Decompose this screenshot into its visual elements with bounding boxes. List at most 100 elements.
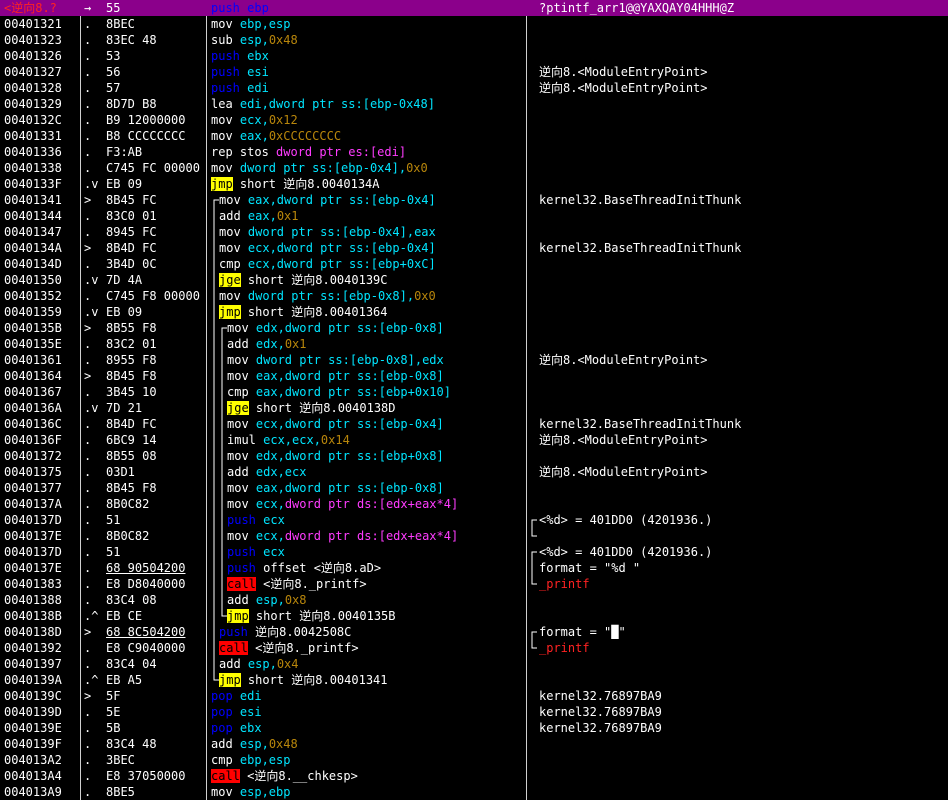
instruction-token: dword ptr ss:[ebp-0x8],edx: [255, 353, 444, 367]
disasm-row[interactable]: 00401328. 57 push edi 逆向8.<ModuleEntryPoint…: [0, 80, 948, 96]
instruction-token: short 逆向8.0040134A: [232, 177, 380, 191]
disasm-row[interactable]: 0040135E. 83C2 01 add edx,0x1: [0, 336, 948, 352]
instruction: mov ecx,dword ptr ss:[ebp-0x4]: [211, 416, 539, 432]
disasm-row[interactable]: 0040138B .^ EB CE jmp short 逆向8.0040135B: [0, 608, 948, 624]
address: 0040136C: [4, 417, 62, 431]
instruction-token: dword ptr ds:[edx+eax*4]: [284, 529, 459, 543]
disasm-row[interactable]: 00401321. 8BEC mov ebp,esp: [0, 16, 948, 32]
instruction-token: <逆向8._printf>: [247, 641, 359, 655]
disasm-row[interactable]: 0040135B >8B55 F8 mov edx,dword ptr ss:[eb…: [0, 320, 948, 336]
disasm-row[interactable]: 00401372. 8B55 08 mov edx,dword ptr ss:[eb…: [0, 448, 948, 464]
instruction-token: mov: [211, 161, 240, 175]
disasm-row[interactable]: 00401377. 8B45 F8 mov eax,dword ptr ss:[eb…: [0, 480, 948, 496]
instruction: push ecx: [211, 544, 539, 560]
branch-marker: .: [84, 529, 92, 543]
disasm-row[interactable]: 00401397. 83C4 04 add esp,0x4: [0, 656, 948, 672]
disasm-row[interactable]: 00401359 .v EB 09 jmp short 逆向8.00401364: [0, 304, 948, 320]
instruction-token: mov: [211, 129, 240, 143]
disasm-row[interactable]: 0040136F. 6BC9 14 imul ecx,ecx,0x14 逆向8.<Mo…: [0, 432, 948, 448]
instruction-token: edi: [247, 81, 269, 95]
disasm-row[interactable]: 0040139F. 83C4 48 add esp,0x48: [0, 736, 948, 752]
address: 004013A2: [4, 753, 62, 767]
instruction-token: edx,: [255, 337, 285, 351]
instruction: imul ecx,ecx,0x14: [211, 432, 539, 448]
disasm-row[interactable]: 00401361. 8955 F8 mov dword ptr ss:[ebp-0x…: [0, 352, 948, 368]
instruction: push 逆向8.0042508C: [211, 624, 531, 640]
disasm-row[interactable]: 0040136C. 8B4D FC mov ecx,dword ptr ss:[eb…: [0, 416, 948, 432]
disasm-row[interactable]: 0040137E. 68 90504200 push offset <逆向8.aD>…: [0, 560, 948, 576]
hex-bytes: 8BE5: [106, 785, 135, 799]
instruction-token: mov: [219, 225, 248, 239]
disasm-row[interactable]: 00401352. C745 F8 00000 mov dword ptr ss:[…: [0, 288, 948, 304]
address: 004013A9: [4, 785, 62, 799]
disasm-row[interactable]: 0040136A .v 7D 21 jge short 逆向8.0040138D: [0, 400, 948, 416]
disasm-row[interactable]: 00401329. 8D7D B8 lea edi,dword ptr ss:[eb…: [0, 96, 948, 112]
disasm-row[interactable]: 004013A9. 8BE5 mov esp,ebp: [0, 784, 948, 800]
instruction-token: 逆向8.0042508C: [255, 625, 352, 639]
instruction: mov esp,ebp: [211, 784, 523, 800]
disasm-row[interactable]: 00401392. E8 C9040000 call <逆向8._printf> _p…: [0, 640, 948, 656]
disasm-row[interactable]: 00401344. 83C0 01 add eax,0x1: [0, 208, 948, 224]
disasm-row[interactable]: 0040139C >5F pop edi kernel32.76897BA9: [0, 688, 948, 704]
disasm-row[interactable]: 0040134D. 3B4D 0C cmp ecx,dword ptr ss:[eb…: [0, 256, 948, 272]
disasm-row[interactable]: 00401364 >8B45 F8 mov eax,dword ptr ss:[eb…: [0, 368, 948, 384]
disasm-row[interactable]: 00401323. 83EC 48 sub esp,0x48: [0, 32, 948, 48]
disasm-row[interactable]: 00401338. C745 FC 00000 mov dword ptr ss:[…: [0, 160, 948, 176]
hex-bytes: 8B0C82: [106, 529, 150, 543]
disassembly-view[interactable]: <逆向8.? → 55 push ebp ?ptintf_arr1@@YAXQAY04H…: [0, 0, 948, 800]
disasm-row[interactable]: 004013A4. E8 37050000 call <逆向8.__chkesp>: [0, 768, 948, 784]
disasm-row[interactable]: 004013A2. 3BEC cmp ebp,esp: [0, 752, 948, 768]
disasm-row[interactable]: 0040139E. 5B pop ebx kernel32.76897BA9: [0, 720, 948, 736]
comment: [539, 368, 944, 384]
instruction: add edx,ecx: [211, 464, 539, 480]
disasm-row[interactable]: 00401331. B8 CCCCCCCC mov eax,0xCCCCCCCC: [0, 128, 948, 144]
disasm-row[interactable]: 00401347. 8945 FC mov dword ptr ss:[ebp-0x…: [0, 224, 948, 240]
address: 00401338: [4, 161, 62, 175]
disasm-row[interactable]: 0040133F .v EB 09 jmp short 逆向8.0040134A: [0, 176, 948, 192]
hex-bytes: 7D 21: [106, 401, 143, 415]
instruction: push ebx: [211, 48, 523, 64]
instruction-token: 0x12: [268, 113, 298, 127]
disasm-row[interactable]: <逆向8.? → 55 push ebp ?ptintf_arr1@@YAXQAY04H…: [0, 0, 948, 16]
disasm-row[interactable]: 00401388. 83C4 08 add esp,0x8: [0, 592, 948, 608]
address: 00401336: [4, 145, 62, 159]
address: 004013A4: [4, 769, 62, 783]
hex-bytes: 8D7D B8: [106, 97, 157, 111]
instruction-token: mov: [227, 353, 256, 367]
address: 00401327: [4, 65, 62, 79]
disasm-row[interactable]: 0040137D. 51 push ecx <%d> = 401DD0 (420193…: [0, 544, 948, 560]
instruction: call <逆向8._printf>: [211, 640, 531, 656]
disasm-row[interactable]: 0040139A .^ EB A5 jmp short 逆向8.00401341: [0, 672, 948, 688]
disasm-row[interactable]: 00401375. 03D1 add edx,ecx 逆向8.<ModuleEntry…: [0, 464, 948, 480]
disasm-row[interactable]: 0040138D >68 8C504200 push 逆向8.0042508C for…: [0, 624, 948, 640]
disasm-row[interactable]: 0040139D. 5E pop esi kernel32.76897BA9: [0, 704, 948, 720]
disasm-row[interactable]: 00401383. E8 D8040000 call <逆向8._printf> _p…: [0, 576, 948, 592]
instruction-token: short 逆向8.0040135B: [248, 609, 396, 623]
address: 0040139F: [4, 737, 62, 751]
hex-bytes: 51: [106, 513, 121, 527]
instruction-token: add: [227, 337, 256, 351]
disasm-row[interactable]: 0040132C. B9 12000000 mov ecx,0x12: [0, 112, 948, 128]
instruction: add eax,0x1: [211, 208, 531, 224]
disasm-row[interactable]: 0040137E. 8B0C82 mov ecx,dword ptr ds:[edx…: [0, 528, 948, 544]
disasm-row[interactable]: 00401367. 3B45 10 cmp eax,dword ptr ss:[eb…: [0, 384, 948, 400]
disasm-row[interactable]: 0040134A >8B4D FC mov ecx,dword ptr ss:[eb…: [0, 240, 948, 256]
instruction: jmp short 逆向8.00401341: [211, 672, 531, 688]
comment: <%d> = 401DD0 (4201936.): [539, 545, 713, 559]
disasm-row[interactable]: 00401326. 53 push ebx: [0, 48, 948, 64]
branch-marker: .: [84, 513, 92, 527]
instruction-token: rep stos: [211, 145, 277, 159]
disasm-row[interactable]: 00401327. 56 push esi 逆向8.<ModuleEntryPoint…: [0, 64, 948, 80]
disasm-row[interactable]: 00401336. F3:AB rep stos dword ptr es:[edi…: [0, 144, 948, 160]
disasm-row[interactable]: 0040137D. 51 push ecx <%d> = 401DD0 (420193…: [0, 512, 948, 528]
disasm-row[interactable]: 00401350 .v 7D 4A jge short 逆向8.0040139C: [0, 272, 948, 288]
comment: [539, 752, 944, 768]
disasm-row[interactable]: 0040137A. 8B0C82 mov ecx,dword ptr ds:[edx…: [0, 496, 948, 512]
disasm-row[interactable]: 00401341 >8B45 FC mov eax,dword ptr ss:[eb…: [0, 192, 948, 208]
hex-bytes: 8B45 F8: [106, 481, 157, 495]
address: 00401321: [4, 17, 62, 31]
instruction-token: pop: [211, 689, 240, 703]
comment: [539, 608, 944, 624]
branch-marker: .: [84, 433, 92, 447]
instruction-token: ebp,esp: [239, 17, 291, 31]
